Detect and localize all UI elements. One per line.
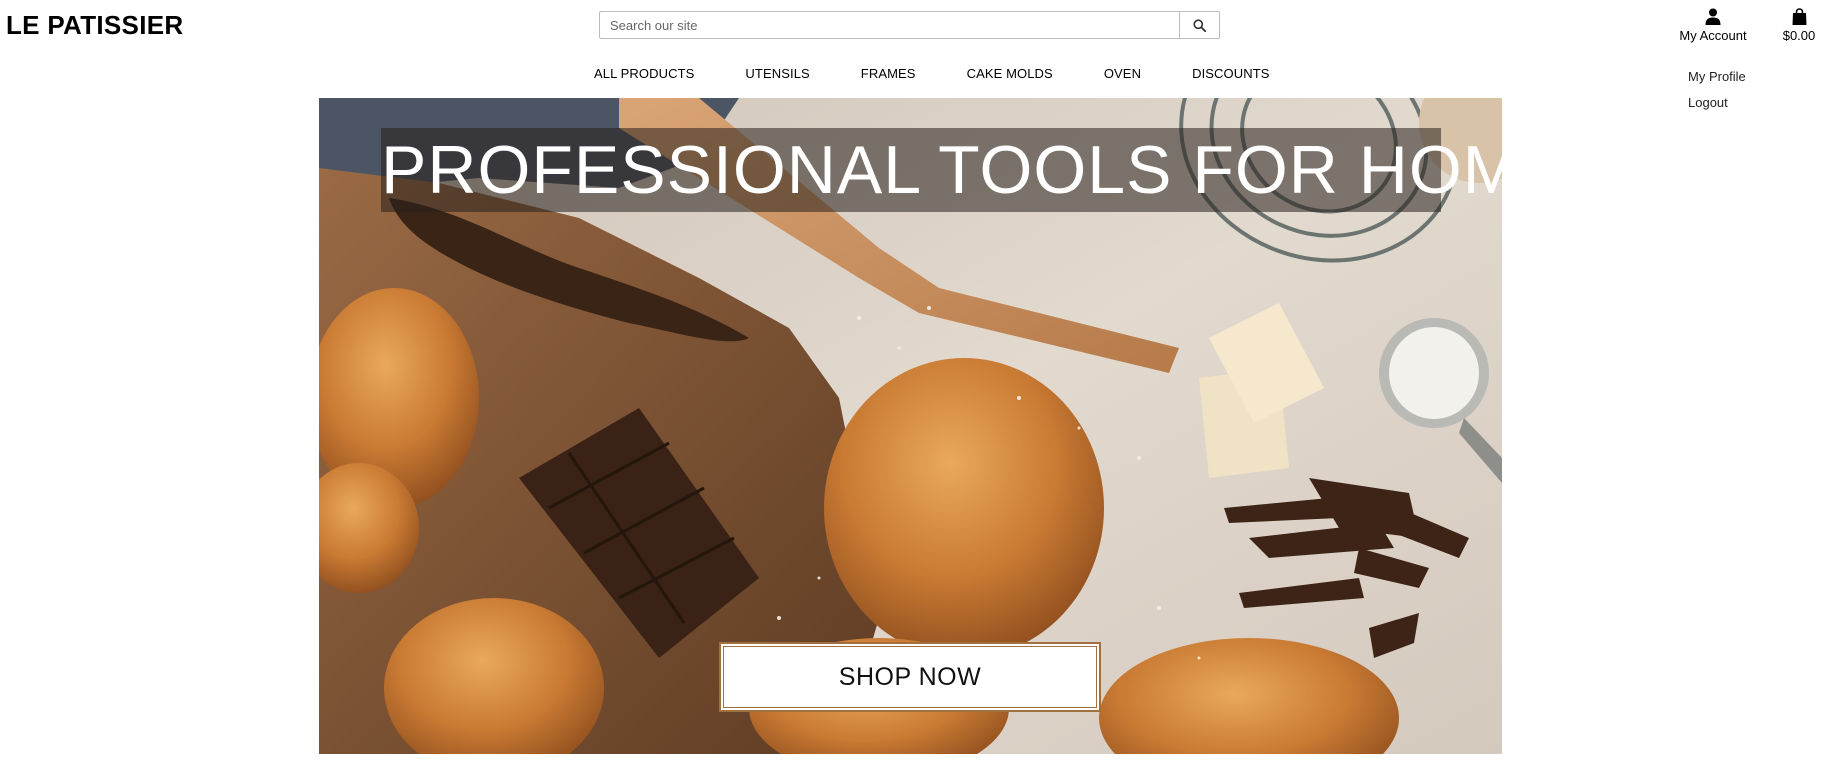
logout-link[interactable]: Logout <box>1688 90 1746 116</box>
search-button[interactable] <box>1179 11 1220 39</box>
nav-frames[interactable]: FRAMES <box>861 66 916 81</box>
shopping-bag-link[interactable]: $0.00 <box>1778 8 1820 43</box>
nav-all-products[interactable]: ALL PRODUCTS <box>594 66 694 81</box>
page: LE PATISSIER My Account $0.00 My Profile… <box>0 0 1833 764</box>
my-account-link[interactable]: My Account <box>1676 8 1750 43</box>
main-nav: ALL PRODUCTS UTENSILS FRAMES CAKE MOLDS … <box>594 66 1270 81</box>
account-dropdown: My Profile Logout <box>1688 64 1746 116</box>
search-form <box>599 11 1220 39</box>
hero-title: PROFESSIONAL TOOLS FOR HOME <box>381 128 1502 212</box>
hero-banner: PROFESSIONAL TOOLS FOR HOME SHOP NOW <box>319 98 1502 754</box>
nav-utensils[interactable]: UTENSILS <box>745 66 809 81</box>
shopping-bag-icon <box>1792 8 1806 25</box>
shop-now-button[interactable]: SHOP NOW <box>719 642 1101 712</box>
nav-oven[interactable]: OVEN <box>1104 66 1141 81</box>
nav-cake-molds[interactable]: CAKE MOLDS <box>967 66 1053 81</box>
nav-discounts[interactable]: DISCOUNTS <box>1192 66 1269 81</box>
my-profile-link[interactable]: My Profile <box>1688 64 1746 90</box>
search-icon <box>1193 18 1206 32</box>
brand-logo[interactable]: LE PATISSIER <box>6 10 183 41</box>
bag-total: $0.00 <box>1782 28 1816 43</box>
my-account-label: My Account <box>1679 28 1747 43</box>
search-input[interactable] <box>599 11 1179 39</box>
user-icon <box>1705 8 1721 25</box>
